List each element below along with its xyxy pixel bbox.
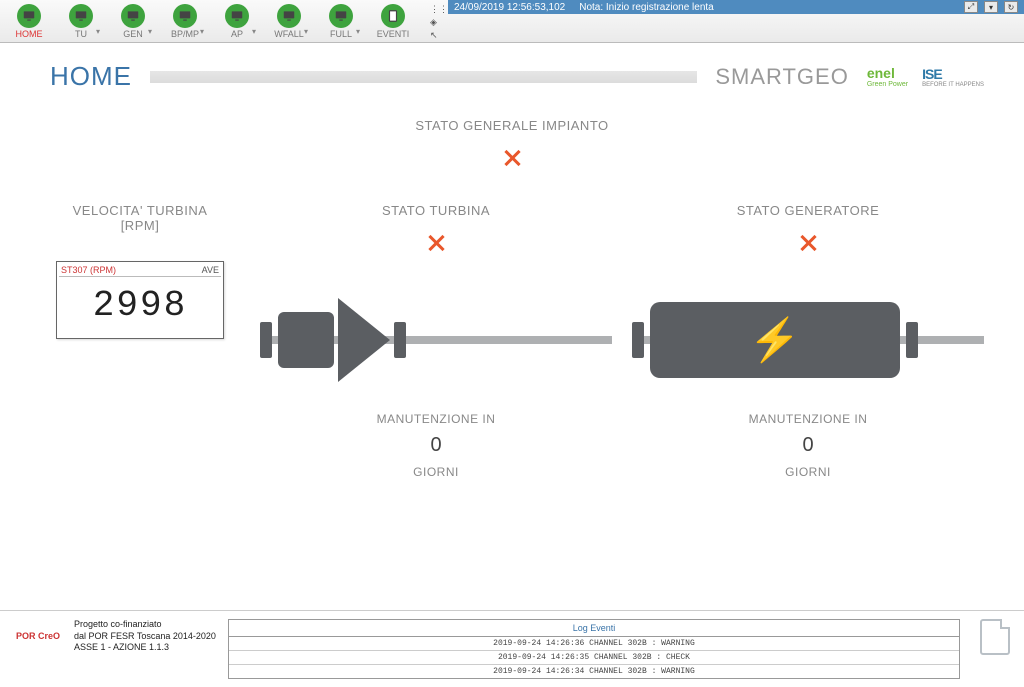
turbine-speed-panel: VELOCITA' TURBINA [RPM] ST307 (RPM) AVE … — [40, 203, 240, 339]
x-icon — [798, 233, 818, 253]
main-content: STATO GENERALE IMPIANTO VELOCITA' TURBIN… — [0, 98, 1024, 489]
toolbar-items: HOME TU▾ GEN▾ BP/MP▾ AP▾ WFALL▾ FULL▾ E — [0, 0, 422, 41]
bolt-icon: ⚡ — [749, 316, 801, 365]
chevron-down-icon[interactable]: ▾ — [148, 27, 152, 36]
tab-wfall[interactable]: WFALL▾ — [264, 2, 314, 39]
turbine-state-label: STATO TURBINA — [260, 203, 612, 218]
log-row: 2019-09-24 14:26:36 CHANNEL 302B : WARNI… — [229, 637, 959, 651]
turbine-status-icon — [260, 232, 612, 260]
generator-state-label: STATO GENERATORE — [632, 203, 984, 218]
footer: POR CreO Progetto co-finanziato dal POR … — [0, 610, 1024, 687]
monitor-icon — [69, 4, 93, 28]
tab-label: EVENTI — [377, 29, 410, 39]
logo-group: enel Green Power ISE BEFORE IT HAPPENS — [867, 65, 984, 88]
plant-status-icon — [40, 147, 984, 175]
gauge-channel: ST307 (RPM) — [61, 265, 116, 275]
tab-ap[interactable]: AP ▾ — [212, 2, 262, 39]
log-row: 2019-09-24 14:26:34 CHANNEL 302B : WARNI… — [229, 665, 959, 678]
chevron-down-icon[interactable]: ▾ — [984, 1, 998, 13]
chevron-down-icon[interactable]: ▾ — [252, 27, 256, 36]
enel-logo: enel Green Power — [867, 65, 908, 88]
sd-card-icon[interactable] — [980, 619, 1010, 655]
turbine-maint-days: 0 — [260, 434, 612, 457]
tab-bpmp[interactable]: BP/MP▾ — [160, 2, 210, 39]
generator-maint-label: MANUTENZIONE IN — [632, 412, 984, 426]
cursor-icon[interactable]: ↖ — [430, 30, 442, 42]
generator-column: STATO GENERATORE ⚡ MANUTENZIONE IN 0 GIO… — [632, 203, 984, 479]
monitor-icon — [17, 4, 41, 28]
tab-label: WFALL — [274, 29, 304, 39]
log-title: Log Eventi — [229, 620, 959, 637]
target-icon[interactable]: ◈ — [430, 17, 442, 29]
monitor-icon — [329, 4, 353, 28]
chevron-down-icon[interactable]: ▾ — [356, 27, 360, 36]
refresh-icon[interactable]: ↻ — [1004, 1, 1018, 13]
turbine-diagram — [260, 284, 612, 394]
monitor-icon — [225, 4, 249, 28]
toolbar-extras: ⋮⋮ ◈ ↖ — [430, 0, 442, 42]
expand-icon[interactable]: ⤢ — [964, 1, 978, 13]
rpm-gauge: ST307 (RPM) AVE 2998 — [56, 261, 224, 339]
monitor-icon — [121, 4, 145, 28]
grip-icon[interactable]: ⋮⋮ — [430, 4, 442, 16]
chevron-down-icon[interactable]: ▾ — [200, 27, 204, 36]
tab-label: FULL — [330, 29, 352, 39]
tab-eventi[interactable]: EVENTI — [368, 2, 418, 39]
por-creo-logo: POR CreO — [14, 619, 62, 653]
tab-tu[interactable]: TU ▾ — [56, 2, 106, 39]
clipboard-icon — [381, 4, 405, 28]
status-note: Nota: Inizio registrazione lenta — [579, 2, 714, 13]
turbine-column: STATO TURBINA MANUTENZIONE IN 0 GIORNI — [260, 203, 612, 479]
monitor-icon — [173, 4, 197, 28]
monitor-icon — [277, 4, 301, 28]
plant-status-label: STATO GENERALE IMPIANTO — [40, 118, 984, 133]
x-icon — [502, 148, 522, 168]
speed-label: VELOCITA' TURBINA — [40, 203, 240, 218]
page-header: HOME SMARTGEO enel Green Power ISE BEFOR… — [0, 43, 1024, 98]
gauge-value: 2998 — [59, 277, 221, 336]
page-title: HOME — [50, 61, 132, 92]
chevron-down-icon[interactable]: ▾ — [304, 27, 308, 36]
speed-unit: [RPM] — [40, 218, 240, 233]
status-timestamp: 24/09/2019 12:56:53,102 — [454, 2, 565, 13]
tab-label: BP/MP — [171, 29, 199, 39]
generator-maint-days: 0 — [632, 434, 984, 457]
gauge-mode: AVE — [202, 265, 219, 275]
generator-diagram: ⚡ — [632, 284, 984, 394]
x-icon — [426, 233, 446, 253]
turbine-maint-label: MANUTENZIONE IN — [260, 412, 612, 426]
tab-home[interactable]: HOME — [4, 2, 54, 39]
tab-label: TU — [75, 29, 87, 39]
generator-maint-unit: GIORNI — [632, 465, 984, 479]
generator-status-icon — [632, 232, 984, 260]
tab-label: AP — [231, 29, 243, 39]
log-row: 2019-09-24 14:26:35 CHANNEL 302B : CHECK — [229, 651, 959, 665]
top-toolbar: HOME TU▾ GEN▾ BP/MP▾ AP▾ WFALL▾ FULL▾ E — [0, 0, 1024, 43]
status-bar: 24/09/2019 12:56:53,102 Nota: Inizio reg… — [448, 0, 1024, 14]
brand-name: SMARTGEO — [715, 64, 849, 90]
tab-gen[interactable]: GEN ▾ — [108, 2, 158, 39]
tab-label: GEN — [123, 29, 143, 39]
ise-logo: ISE BEFORE IT HAPPENS — [922, 66, 984, 88]
header-band — [150, 71, 697, 83]
tab-label: HOME — [16, 29, 43, 39]
funding-text: Progetto co-finanziato dal POR FESR Tosc… — [74, 619, 216, 654]
tab-full[interactable]: FULL ▾ — [316, 2, 366, 39]
chevron-down-icon[interactable]: ▾ — [96, 27, 100, 36]
turbine-maint-unit: GIORNI — [260, 465, 612, 479]
log-panel: Log Eventi 2019-09-24 14:26:36 CHANNEL 3… — [228, 619, 960, 679]
